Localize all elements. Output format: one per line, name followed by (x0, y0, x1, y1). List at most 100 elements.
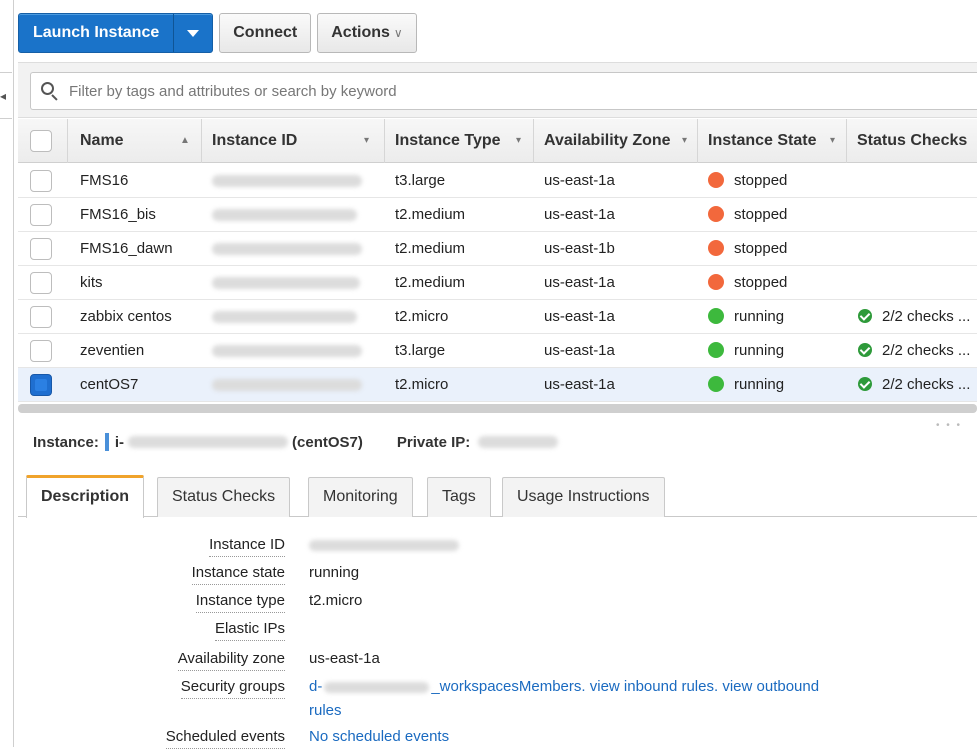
launch-instance-button-group: Launch Instance (18, 13, 214, 53)
instance-label: Instance: (33, 433, 99, 451)
column-header-instance-id[interactable]: Instance ID ▾ (202, 119, 385, 163)
redacted-instance-id (212, 175, 362, 187)
rail-divider (0, 118, 12, 119)
state-label: stopped (734, 172, 788, 189)
view-outbound-rules-link[interactable]: view outbound (722, 678, 819, 695)
row-checkbox-cell (30, 204, 52, 226)
table-header: Name ▲ Instance ID ▾ Instance Type ▾ Ava… (18, 119, 977, 163)
cell-instance-state: stopped (708, 164, 787, 198)
cell-status-checks[interactable]: 2/2 checks ... (858, 368, 970, 402)
detail-value: t2.micro (309, 592, 363, 609)
running-status-icon (708, 307, 724, 324)
cell-name: FMS16_dawn (80, 240, 173, 257)
redacted-instance-id (212, 243, 362, 255)
cell-instance-state: running (708, 368, 784, 402)
column-header-name[interactable]: Name ▲ (68, 119, 202, 163)
search-input[interactable] (67, 81, 947, 101)
row-checkbox[interactable] (30, 306, 52, 328)
security-group-link[interactable]: d- _workspacesMembers. (309, 678, 586, 695)
row-checkbox[interactable] (30, 374, 52, 396)
column-header-label: Instance Type (395, 132, 501, 149)
private-ip-label: Private IP: (396, 433, 471, 451)
tab-monitoring[interactable]: Monitoring (308, 477, 413, 517)
connect-button[interactable]: Connect (219, 13, 312, 53)
scheduled-events-link[interactable]: No scheduled events (309, 728, 449, 745)
cell-status-checks[interactable]: 2/2 checks ... (858, 334, 970, 368)
detail-value (309, 536, 459, 553)
check-icon (858, 376, 872, 391)
row-checkbox[interactable] (30, 204, 52, 226)
table-row[interactable]: kits t2.medium us-east-1a stopped (18, 266, 977, 300)
instance-name: (centOS7) (292, 433, 363, 451)
cell-name: centOS7 (80, 376, 139, 393)
detail-value: us-east-1a (309, 650, 380, 667)
detail-label: Scheduled events (165, 728, 285, 749)
table-row[interactable]: FMS16 t3.large us-east-1a stopped (18, 164, 977, 198)
column-header-instance-type[interactable]: Instance Type ▾ (385, 119, 534, 163)
redacted-instance-id (212, 277, 360, 289)
detail-tabs: Description Status Checks Monitoring Tag… (18, 475, 977, 518)
row-checkbox[interactable] (30, 340, 52, 362)
table-row[interactable]: zabbix centos t2.micro us-east-1a running 2/… (18, 300, 977, 334)
cell-availability-zone: us-east-1a (544, 172, 615, 189)
view-outbound-rules-link-wrap[interactable]: rules (309, 702, 342, 719)
sort-icon: ▾ (682, 135, 688, 146)
launch-instance-dropdown[interactable] (174, 14, 212, 52)
tab-tags[interactable]: Tags (427, 477, 491, 517)
redacted-security-group (324, 681, 430, 693)
resize-handle-icon[interactable]: • • • (936, 420, 962, 431)
instance-id-prefix: i- (114, 433, 125, 451)
detail-label: Security groups (180, 678, 285, 699)
actions-button[interactable]: Actions ∨ (317, 13, 417, 53)
cell-instance-type: t3.large (395, 342, 446, 359)
table-row[interactable]: FMS16_dawn t2.medium us-east-1b stopped (18, 232, 977, 266)
tab-status-checks[interactable]: Status Checks (157, 477, 291, 517)
row-checkbox-cell (30, 374, 52, 396)
column-header-status-checks[interactable]: Status Checks (847, 119, 977, 163)
sort-asc-icon: ▲ (180, 135, 190, 146)
cell-name: FMS16_bis (80, 206, 156, 223)
left-rail: ◂ (0, 0, 14, 747)
security-group-prefix: d- (309, 678, 323, 695)
cell-instance-type: t2.micro (395, 308, 449, 325)
checks-label: 2/2 checks ... (882, 342, 971, 359)
check-icon (858, 342, 872, 357)
running-status-icon (708, 341, 724, 358)
cell-instance-type: t3.large (395, 172, 446, 189)
cell-status-checks[interactable]: 2/2 checks ... (858, 300, 970, 334)
cell-name: zabbix centos (80, 308, 172, 325)
running-status-icon (708, 375, 724, 392)
row-checkbox[interactable] (30, 272, 52, 294)
column-header-availability-zone[interactable]: Availability Zone ▾ (534, 119, 698, 163)
cell-instance-type: t2.micro (395, 376, 449, 393)
cell-availability-zone: us-east-1a (544, 376, 615, 393)
tab-description[interactable]: Description (26, 475, 145, 518)
table-row[interactable]: centOS7 t2.micro us-east-1a running 2/2 chec… (18, 368, 977, 402)
chevron-down-icon: ∨ (393, 26, 403, 40)
column-header-instance-state[interactable]: Instance State ▾ (698, 119, 847, 163)
cell-instance-state: stopped (708, 266, 787, 300)
redacted-instance-id (212, 209, 357, 221)
view-inbound-rules-link[interactable]: view inbound rules. (590, 678, 718, 695)
selection-marker (104, 433, 109, 451)
row-checkbox[interactable] (30, 238, 52, 260)
table-row[interactable]: FMS16_bis t2.medium us-east-1a stopped (18, 198, 977, 232)
sort-icon: ▾ (364, 135, 370, 146)
cell-instance-state: running (708, 300, 784, 334)
row-checkbox[interactable] (30, 170, 52, 192)
collapse-arrow-icon[interactable]: ◂ (0, 89, 6, 103)
actions-label: Actions (331, 24, 390, 41)
table-row[interactable]: zeventien t3.large us-east-1a running 2/2 ch… (18, 334, 977, 368)
check-icon (858, 308, 872, 323)
select-all-checkbox[interactable] (30, 130, 52, 152)
horizontal-scrollbar[interactable] (18, 404, 977, 413)
stopped-status-icon (708, 205, 724, 222)
cell-instance-state: running (708, 334, 784, 368)
state-label: running (734, 342, 785, 359)
sort-icon: ▾ (516, 135, 522, 146)
checks-label: 2/2 checks ... (882, 376, 971, 393)
tab-usage-instructions[interactable]: Usage Instructions (502, 477, 665, 517)
launch-instance-button[interactable]: Launch Instance (19, 14, 175, 52)
detail-value: running (309, 564, 360, 581)
rail-divider (0, 72, 12, 73)
